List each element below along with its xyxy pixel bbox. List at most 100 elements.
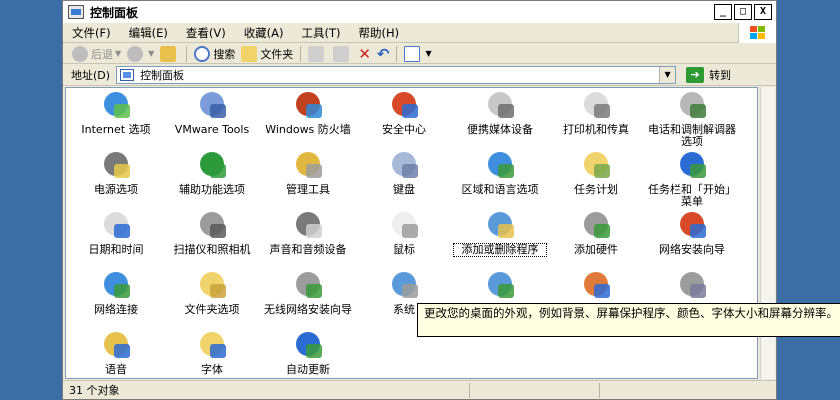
folders-button[interactable]: 文件夹 xyxy=(238,45,296,63)
control-panel-item-label: 电源选项 xyxy=(94,183,138,196)
folder-icon xyxy=(241,45,258,62)
delete-x-icon: ✕ xyxy=(358,44,371,63)
undo-icon: ↶ xyxy=(376,44,390,63)
control-panel-item[interactable]: 键盘 xyxy=(358,150,450,196)
control-panel-item[interactable]: 语音 xyxy=(70,330,162,376)
control-panel-item[interactable]: 电源选项 xyxy=(70,150,162,196)
address-dropdown-icon[interactable]: ▼ xyxy=(659,66,676,83)
control-panel-item[interactable]: 管理工具 xyxy=(262,150,354,196)
control-panel-item[interactable]: Internet 选项 xyxy=(70,90,162,136)
network-connections-icon xyxy=(100,270,132,300)
back-dropdown-icon[interactable]: ▼ xyxy=(115,49,121,58)
globe-icon xyxy=(100,90,132,120)
display-icon xyxy=(484,270,516,300)
address-field[interactable]: 控制面板 ▼ xyxy=(116,65,677,84)
control-panel-item-label: 扫描仪和照相机 xyxy=(173,243,251,256)
delete-button[interactable]: ✕ xyxy=(355,45,374,63)
control-panel-item-label: 网络连接 xyxy=(94,303,138,316)
menu-bar: 文件(F) 编辑(E) 查看(V) 收藏(A) 工具(T) 帮助(H) xyxy=(63,23,776,43)
speaker-icon xyxy=(292,210,324,240)
up-folder-icon xyxy=(160,45,177,62)
control-panel-item-label: 添加硬件 xyxy=(574,243,618,256)
control-panel-icon xyxy=(68,5,84,19)
control-panel-item-label: 字体 xyxy=(201,363,223,376)
control-panel-item[interactable]: 添加或删除程序 xyxy=(453,210,547,257)
control-panel-item-label: 语音 xyxy=(105,363,127,376)
control-panel-item[interactable]: 网络安装向导 xyxy=(646,210,738,256)
firewall-icon xyxy=(292,90,324,120)
menu-help[interactable]: 帮助(H) xyxy=(350,25,409,41)
control-panel-item[interactable]: 辅助功能选项 xyxy=(166,150,258,196)
minimize-button[interactable]: _ xyxy=(714,4,732,20)
control-panel-item[interactable]: 无线网络安装向导 xyxy=(262,270,354,316)
control-panel-item-label: 便携媒体设备 xyxy=(467,123,533,136)
address-bar: 地址(D) 控制面板 ▼ ➔ 转到 xyxy=(63,64,776,86)
status-pane xyxy=(599,382,769,398)
search-button[interactable]: 搜索 xyxy=(191,45,238,63)
control-panel-item-label: 任务计划 xyxy=(574,183,618,196)
power-icon xyxy=(100,150,132,180)
control-panel-item[interactable]: 打印机和传真 xyxy=(550,90,642,136)
go-arrow-icon: ➔ xyxy=(686,66,705,83)
control-panel-item[interactable]: VMware Tools xyxy=(166,90,258,136)
control-panel-item-label: 任务栏和「开始」菜单 xyxy=(648,183,736,208)
control-panel-item[interactable]: 字体 xyxy=(166,330,258,376)
control-panel-item[interactable]: 任务计划 xyxy=(550,150,642,196)
mouse-icon xyxy=(388,210,420,240)
close-button[interactable]: X xyxy=(754,4,772,20)
control-panel-item[interactable]: 任务栏和「开始」菜单 xyxy=(646,150,738,208)
control-panel-item[interactable]: 鼠标 xyxy=(358,210,450,256)
maximize-button[interactable]: □ xyxy=(734,4,752,20)
control-panel-item[interactable]: 添加硬件 xyxy=(550,210,642,256)
scheduled-tasks-icon xyxy=(580,150,612,180)
views-dropdown-icon[interactable]: ▼ xyxy=(425,49,431,58)
control-panel-item[interactable]: 文件夹选项 xyxy=(166,270,258,316)
menu-view[interactable]: 查看(V) xyxy=(177,25,235,41)
fonts-icon xyxy=(196,330,228,360)
up-button[interactable] xyxy=(157,45,182,63)
control-panel-item-label: 日期和时间 xyxy=(88,243,144,256)
move-to-button[interactable] xyxy=(305,45,330,63)
status-bar: 31 个对象 xyxy=(63,380,776,399)
forward-button[interactable]: ▼ xyxy=(124,45,157,63)
control-panel-item[interactable]: 日期和时间 xyxy=(70,210,162,256)
control-panel-item-label: 区域和语言选项 xyxy=(461,183,539,196)
title-bar[interactable]: 控制面板 _ □ X xyxy=(63,1,776,23)
search-label: 搜索 xyxy=(213,47,236,61)
menu-tools[interactable]: 工具(T) xyxy=(293,25,350,41)
menu-file[interactable]: 文件(F) xyxy=(63,25,120,41)
control-panel-item[interactable]: Windows 防火墙 xyxy=(262,90,354,136)
wireless-icon xyxy=(292,270,324,300)
folder-options-icon xyxy=(196,270,228,300)
control-panel-item-label: 辅助功能选项 xyxy=(179,183,245,196)
menu-favorites[interactable]: 收藏(A) xyxy=(235,25,293,41)
go-button[interactable]: ➔ 转到 xyxy=(686,66,731,83)
display-tooltip: 更改您的桌面的外观，例如背景、屏幕保护程序、颜色、字体大小和屏幕分辨率。 xyxy=(417,303,840,337)
forward-dropdown-icon[interactable]: ▼ xyxy=(148,49,154,58)
views-button[interactable]: ▼ xyxy=(401,45,434,63)
control-panel-item-label: Internet 选项 xyxy=(81,123,151,136)
control-panel-item[interactable]: 便携媒体设备 xyxy=(454,90,546,136)
control-panel-item[interactable]: 安全中心 xyxy=(358,90,450,136)
undo-button[interactable]: ↶ xyxy=(374,45,393,63)
status-pane xyxy=(469,382,599,398)
control-panel-item-label: 管理工具 xyxy=(286,183,330,196)
control-panel-item[interactable]: 电话和调制解调器选项 xyxy=(646,90,738,148)
back-button[interactable]: 后退 ▼ xyxy=(69,45,124,63)
back-arrow-icon xyxy=(72,45,88,62)
control-panel-item[interactable]: 声音和音频设备 xyxy=(262,210,354,256)
control-panel-item[interactable]: 区域和语言选项 xyxy=(454,150,546,196)
control-panel-item-label: 添加或删除程序 xyxy=(453,243,547,257)
copy-to-icon xyxy=(333,45,350,62)
system-icon xyxy=(388,270,420,300)
address-label: 地址(D) xyxy=(71,68,111,82)
window-controls: _ □ X xyxy=(714,4,772,20)
copy-to-button[interactable] xyxy=(330,45,355,63)
move-to-icon xyxy=(308,45,325,62)
admin-tools-icon xyxy=(292,150,324,180)
control-panel-item[interactable]: 扫描仪和照相机 xyxy=(166,210,258,256)
menu-edit[interactable]: 编辑(E) xyxy=(120,25,177,41)
windows-logo xyxy=(738,23,776,43)
control-panel-item[interactable]: 自动更新 xyxy=(262,330,354,376)
control-panel-item[interactable]: 网络连接 xyxy=(70,270,162,316)
